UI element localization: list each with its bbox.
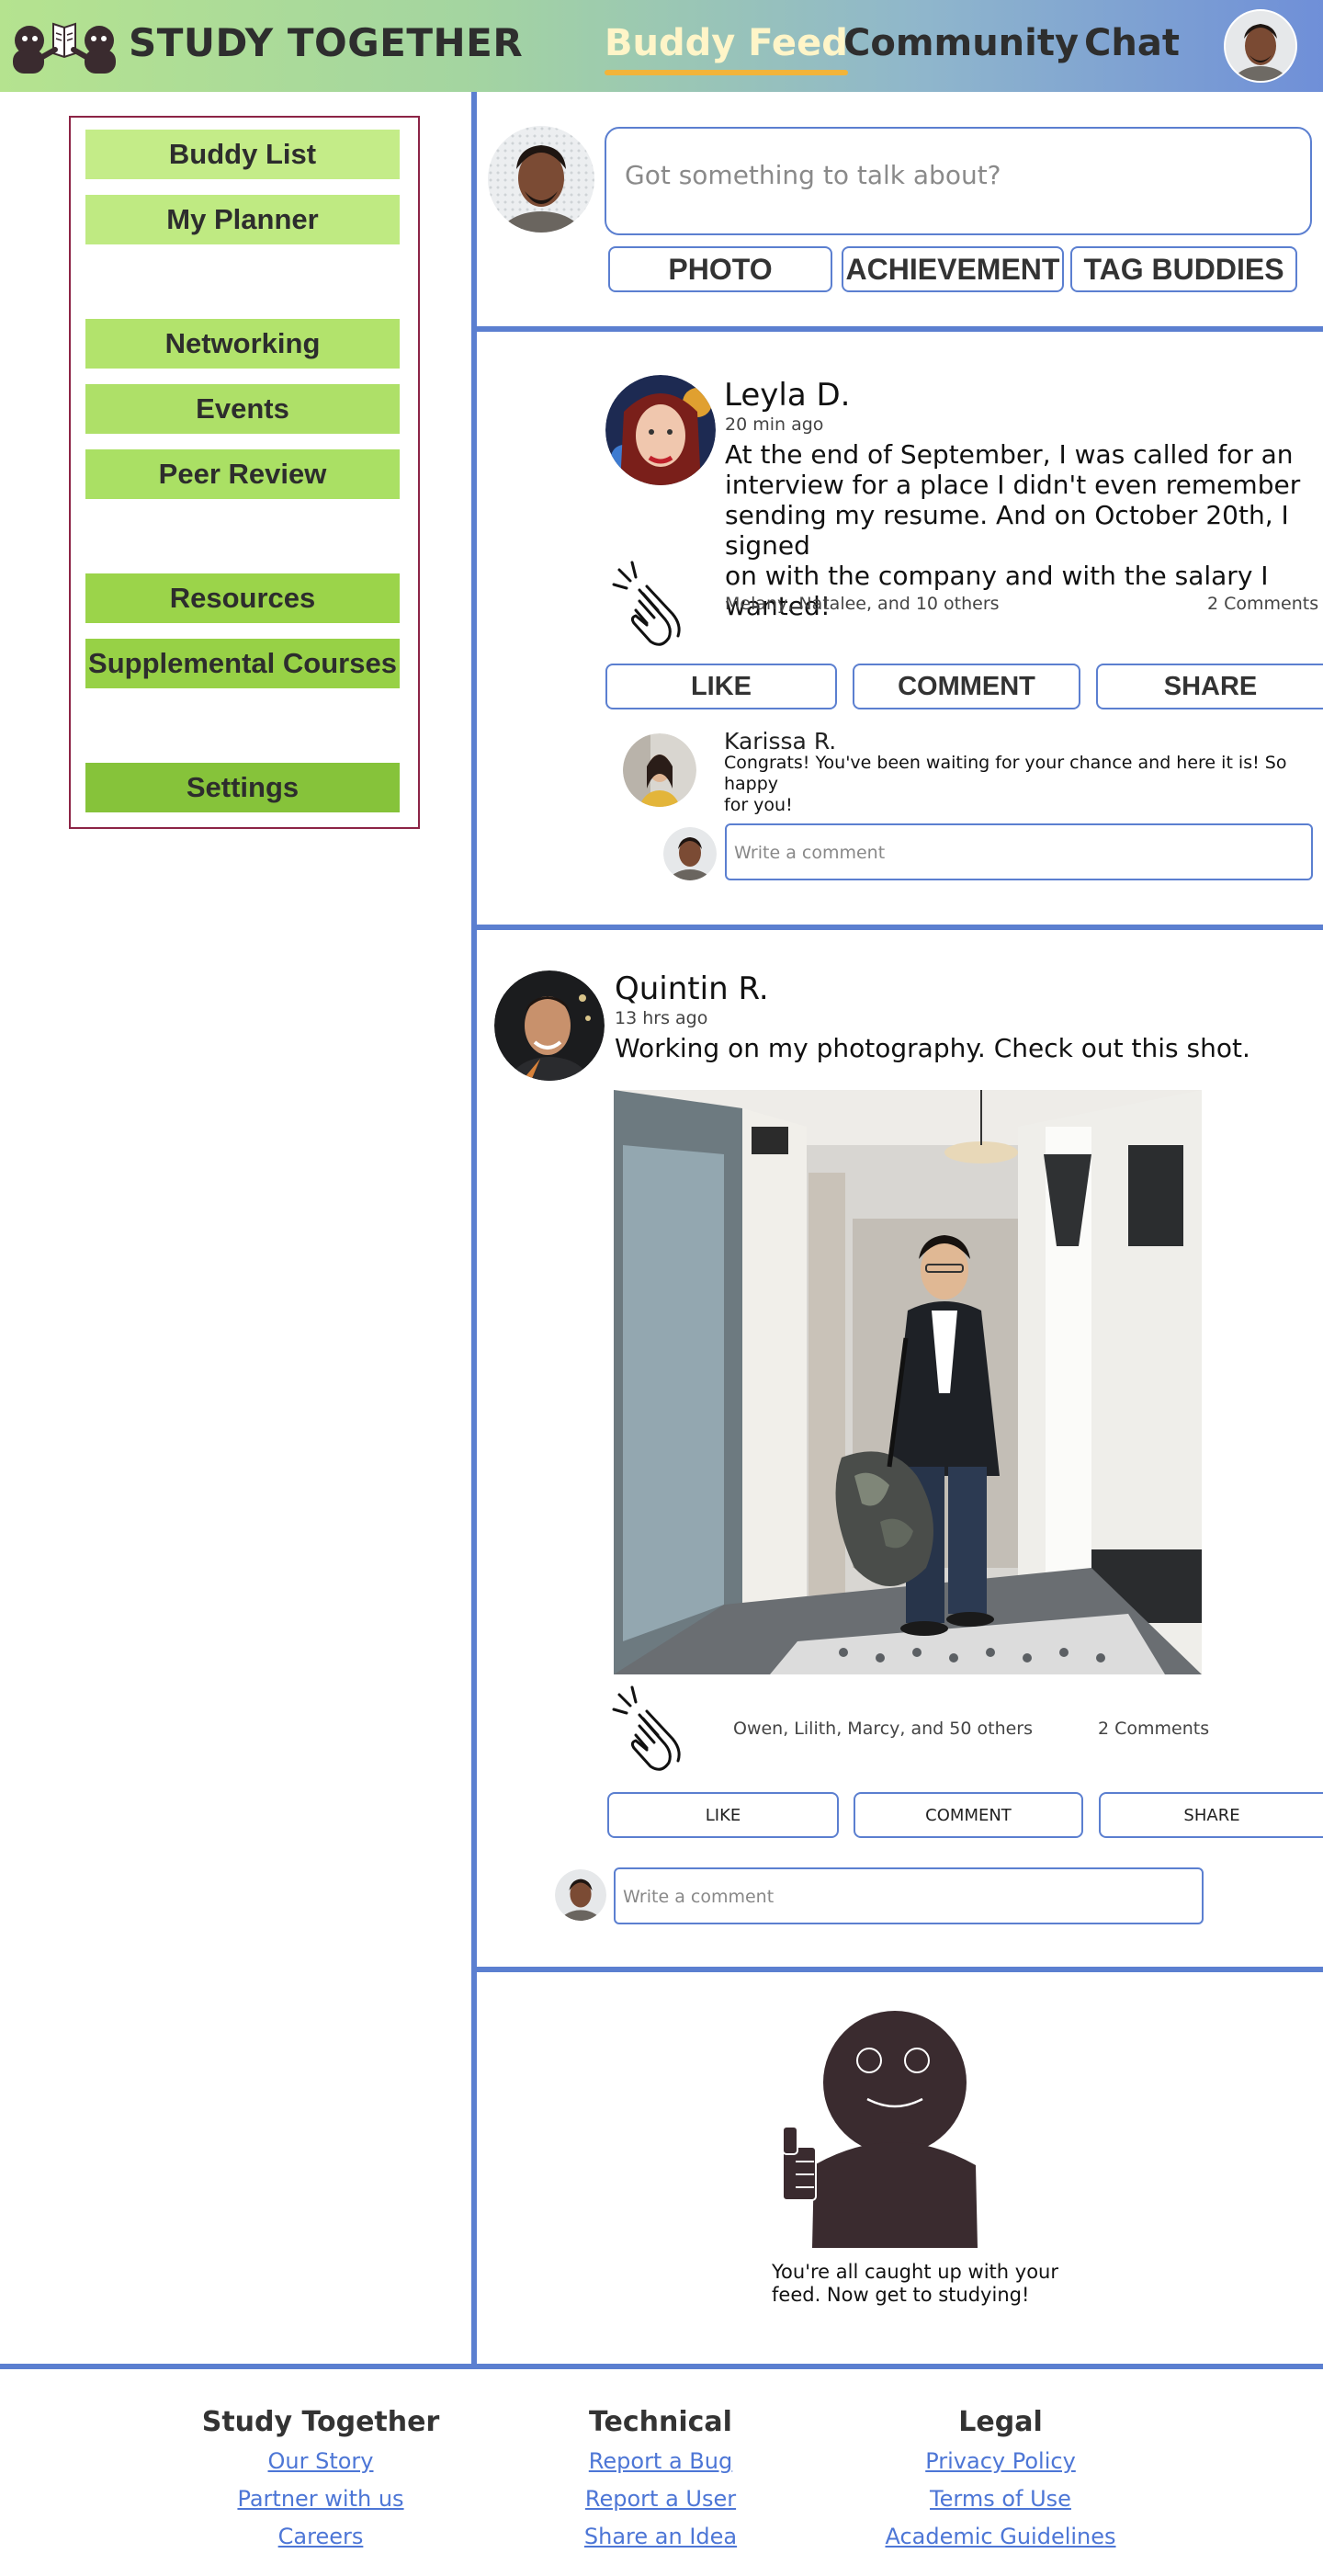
sidebar-item-peer-review[interactable]: Peer Review (85, 449, 400, 499)
top-header: STUDY TOGETHER Buddy Feed Community Chat (0, 0, 1323, 92)
comments-count[interactable]: 2 Comments (1207, 594, 1318, 614)
sidebar-item-settings[interactable]: Settings (85, 763, 400, 812)
sidebar-item-supplemental-courses[interactable]: Supplemental Courses (85, 639, 400, 688)
footer-link-our-story[interactable]: Our Story (155, 2443, 486, 2480)
nav-chat[interactable]: Chat (1084, 22, 1180, 64)
footer-link-partner[interactable]: Partner with us (155, 2480, 486, 2518)
caught-up-line: feed. Now get to studying! (772, 2284, 1030, 2306)
like-button[interactable]: LIKE (607, 1792, 839, 1838)
clap-icon[interactable] (612, 1684, 695, 1776)
sidebar-item-label: Supplemental Courses (88, 647, 397, 679)
like-button[interactable]: LIKE (605, 664, 837, 709)
post-body: Working on my photography. Check out thi… (615, 1033, 1250, 1063)
nav-buddy-feed[interactable]: Buddy Feed (605, 22, 848, 75)
post-body-line: At the end of September, I was called fo… (725, 439, 1294, 470)
feed-divider-vertical (471, 92, 477, 2367)
post-body-line: sending my resume. And on October 20th, … (725, 500, 1289, 561)
sidebar-item-label: Networking (164, 327, 321, 359)
caught-up-message: You're all caught up with your feed. Now… (772, 2261, 1075, 2307)
composer-avatar (488, 126, 594, 233)
sidebar-item-resources[interactable]: Resources (85, 573, 400, 623)
footer-column-legal: Legal Privacy Policy Terms of Use Academ… (835, 2406, 1166, 2556)
post-author-avatar[interactable] (494, 970, 605, 1081)
clap-icon[interactable] (612, 559, 695, 651)
post-photo[interactable] (614, 1090, 1202, 1674)
sidebar-item-label: Peer Review (158, 458, 327, 490)
footer-link-privacy[interactable]: Privacy Policy (835, 2443, 1166, 2480)
comment-body: Congrats! You've been waiting for your c… (724, 753, 1323, 816)
feed-divider (471, 925, 1323, 930)
comment-button[interactable]: COMMENT (853, 664, 1080, 709)
composer-input[interactable]: Got something to talk about? (605, 127, 1312, 235)
footer-heading: Technical (589, 2406, 732, 2438)
footer-column-study-together: Study Together Our Story Partner with us… (155, 2406, 486, 2556)
comment-body-line: for you! (724, 795, 793, 815)
post-timestamp: 20 min ago (725, 414, 824, 435)
feed-divider (471, 326, 1323, 332)
sidebar-item-my-planner[interactable]: My Planner (85, 195, 400, 244)
achievement-button[interactable]: ACHIEVEMENT (842, 246, 1064, 292)
photo-button[interactable]: PHOTO (608, 246, 832, 292)
commenter-avatar[interactable] (623, 733, 696, 807)
brand-title: STUDY TOGETHER (129, 20, 524, 65)
study-buddies-logo-icon (13, 22, 116, 74)
comment-body-line: Congrats! You've been waiting for your c… (724, 753, 1287, 794)
comment-input[interactable]: Write a comment (725, 823, 1313, 880)
sidebar-item-label: Settings (186, 771, 300, 803)
reaction-summary[interactable]: Owen, Lilith, Marcy, and 50 others (733, 1719, 1033, 1739)
sidebar-item-networking[interactable]: Networking (85, 319, 400, 369)
feed-divider (471, 1967, 1323, 1972)
footer-column-technical: Technical Report a Bug Report a User Sha… (495, 2406, 826, 2556)
user-avatar[interactable] (1224, 9, 1297, 83)
comment-input[interactable]: Write a comment (614, 1867, 1204, 1924)
footer-link-report-bug[interactable]: Report a Bug (495, 2443, 826, 2480)
sidebar-item-label: Buddy List (168, 138, 317, 170)
share-button[interactable]: SHARE (1099, 1792, 1323, 1838)
comments-count[interactable]: 2 Comments (1098, 1719, 1209, 1739)
post-author-name[interactable]: Quintin R. (615, 970, 769, 1007)
share-button[interactable]: SHARE (1096, 664, 1323, 709)
footer-heading: Study Together (201, 2406, 440, 2438)
current-user-avatar (555, 1869, 606, 1921)
tag-buddies-button[interactable]: TAG BUDDIES (1070, 246, 1297, 292)
footer-divider (0, 2364, 1323, 2369)
footer-link-academic-guidelines[interactable]: Academic Guidelines (835, 2518, 1166, 2556)
sidebar-item-label: Resources (169, 582, 316, 614)
reaction-summary[interactable]: Melany, Natalee, and 10 others (725, 594, 1000, 614)
footer-link-share-idea[interactable]: Share an Idea (495, 2518, 826, 2556)
sidebar-menu: Buddy List My Planner Networking Events … (69, 116, 420, 829)
footer-heading: Legal (958, 2406, 1043, 2438)
post-author-name[interactable]: Leyla D. (724, 377, 850, 414)
footer-link-careers[interactable]: Careers (155, 2518, 486, 2556)
commenter-name[interactable]: Karissa R. (724, 728, 836, 755)
post-body-line: interview for a place I didn't even reme… (725, 470, 1301, 500)
post-author-avatar[interactable] (605, 375, 716, 485)
footer-link-report-user[interactable]: Report a User (495, 2480, 826, 2518)
post-timestamp: 13 hrs ago (615, 1008, 708, 1028)
caught-up-line: You're all caught up with your (772, 2261, 1058, 2283)
sidebar-item-label: My Planner (166, 203, 319, 235)
current-user-avatar (663, 827, 717, 880)
footer-link-terms[interactable]: Terms of Use (835, 2480, 1166, 2518)
sidebar-item-buddy-list[interactable]: Buddy List (85, 130, 400, 179)
sidebar-item-events[interactable]: Events (85, 384, 400, 434)
thumbs-up-mascot-icon (783, 2011, 978, 2248)
sidebar-item-label: Events (196, 392, 289, 425)
nav-community[interactable]: Community (843, 22, 1079, 64)
comment-button[interactable]: COMMENT (854, 1792, 1083, 1838)
